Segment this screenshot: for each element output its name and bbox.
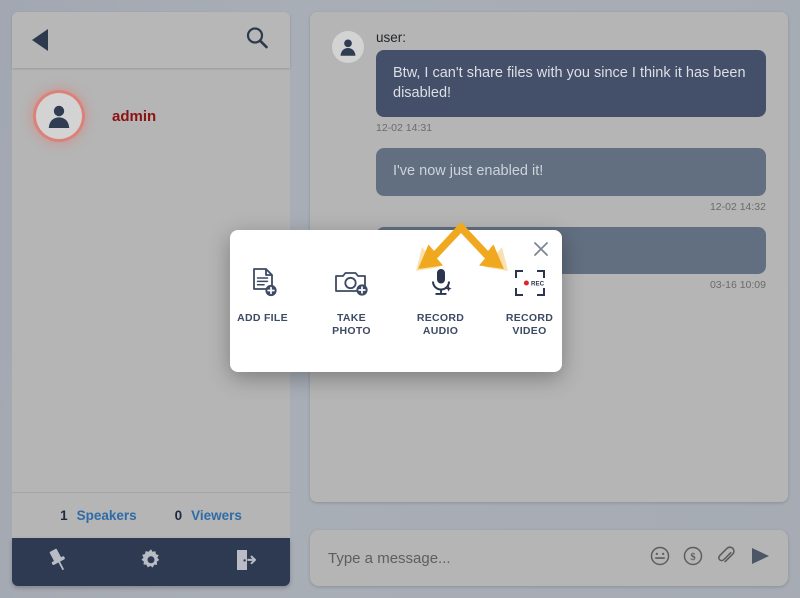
message-incoming: user: Btw, I can't share files with you …	[332, 30, 766, 134]
viewers-count-group[interactable]: 0 Viewers	[175, 508, 242, 523]
record-audio-label: RECORD AUDIO	[416, 312, 465, 338]
message-bubble: Btw, I can't share files with you since …	[376, 50, 766, 118]
message-avatar-icon	[332, 31, 364, 63]
message-composer: $	[310, 530, 788, 586]
emoji-icon[interactable]	[649, 545, 671, 572]
message-bubble: I've now just enabled it!	[376, 148, 766, 196]
record-audio-button[interactable]: RECORD AUDIO	[408, 266, 473, 338]
attachment-modal: ADD FILE TAKE PHOTO RECORD AUDIO REC REC…	[230, 230, 562, 372]
close-icon[interactable]	[530, 238, 552, 260]
user-avatar-icon	[36, 93, 82, 139]
record-video-label: RECORD VIDEO	[505, 312, 554, 338]
svg-text:REC: REC	[531, 281, 545, 288]
paperclip-icon[interactable]	[715, 545, 737, 572]
speakers-count: 1	[60, 508, 68, 523]
message-timestamp: 12-02 14:31	[376, 122, 433, 135]
take-photo-button[interactable]: TAKE PHOTO	[319, 266, 384, 338]
send-icon[interactable]	[748, 545, 772, 572]
dollar-icon[interactable]: $	[682, 545, 704, 572]
viewers-count: 0	[174, 508, 183, 523]
take-photo-label: TAKE PHOTO	[332, 312, 371, 338]
speakers-label[interactable]: Speakers	[77, 508, 137, 523]
svg-text:$: $	[690, 552, 695, 563]
message-timestamp: 12-02 14:32	[709, 200, 766, 213]
add-file-icon	[247, 266, 279, 300]
pin-icon[interactable]	[44, 546, 72, 579]
add-file-label: ADD FILE	[237, 312, 288, 324]
logout-icon[interactable]	[230, 546, 258, 579]
speakers-count-group[interactable]: 1 Speakers	[60, 508, 137, 523]
sidebar-user-row[interactable]: admin	[12, 86, 290, 146]
sidebar-header	[12, 12, 290, 68]
message-input[interactable]	[328, 549, 649, 567]
sidebar-counts: 1 Speakers 0 Viewers	[12, 492, 290, 538]
gear-icon[interactable]	[137, 546, 165, 579]
take-photo-icon	[333, 266, 371, 300]
back-arrow-icon[interactable]	[32, 29, 48, 51]
search-icon[interactable]	[244, 25, 270, 56]
record-video-icon: REC	[513, 266, 547, 300]
sidebar-footer	[12, 538, 290, 586]
sidebar-username: admin	[112, 107, 157, 125]
message-outgoing: I've now just enabled it! 12-02 14:32	[376, 148, 766, 213]
record-video-button[interactable]: REC RECORD VIDEO	[497, 266, 562, 338]
add-file-button[interactable]: ADD FILE	[230, 266, 295, 325]
microphone-icon	[426, 266, 456, 300]
viewers-label[interactable]: Viewers	[191, 508, 242, 523]
message-sender: user:	[376, 30, 407, 45]
